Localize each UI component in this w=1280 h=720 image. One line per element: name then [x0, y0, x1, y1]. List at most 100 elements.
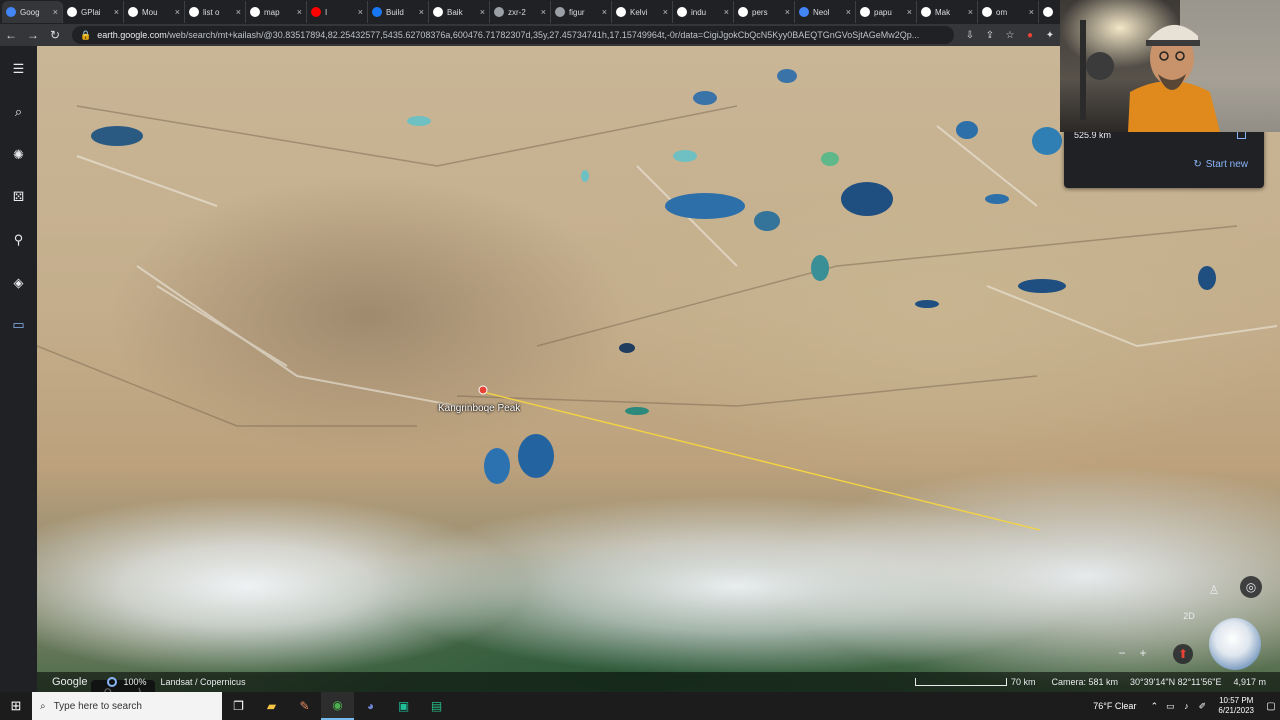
google-earth-icon: [6, 7, 16, 17]
start-new-measure-button[interactable]: ↻ Start new: [1193, 159, 1248, 170]
lakes: [91, 69, 1216, 484]
camera-altitude: Camera: 581 km: [1051, 677, 1119, 687]
install-icon[interactable]: ⇩: [960, 30, 980, 41]
browser-tab[interactable]: Kelvi ×: [612, 1, 673, 23]
browser-tab-title: Goog: [20, 7, 40, 17]
measure-icon[interactable]: ▭: [8, 314, 29, 335]
pen-icon[interactable]: ✐: [1194, 701, 1210, 712]
refresh-icon: ↻: [1193, 159, 1202, 170]
browser-tab[interactable]: Baik ×: [429, 1, 490, 23]
projects-icon[interactable]: ⚲: [8, 229, 29, 250]
close-tab-icon[interactable]: ×: [114, 7, 119, 17]
feeling-lucky-icon[interactable]: ⚄: [8, 186, 29, 207]
clock-date: 6/21/2023: [1218, 706, 1254, 715]
close-tab-icon[interactable]: ×: [236, 7, 241, 17]
imagery-attribution[interactable]: Landsat / Copernicus: [161, 677, 246, 687]
browser-tab-title: GPlai: [81, 7, 101, 17]
close-tab-icon[interactable]: ×: [419, 7, 424, 17]
file-explorer-icon[interactable]: ▰: [255, 692, 288, 720]
measure-panel: 525.9 km ↻ Start new: [1064, 128, 1264, 188]
globe-mini-map-icon[interactable]: [1209, 618, 1261, 670]
pegman-icon[interactable]: ♙: [1205, 580, 1223, 600]
browser-tab[interactable]: I ×: [307, 1, 368, 23]
browser-tab-title: Kelvi: [630, 7, 648, 17]
zoom-in-button[interactable]: +: [1134, 644, 1152, 662]
browser-tab[interactable]: zxr-2 ×: [490, 1, 551, 23]
paint-app-icon[interactable]: ✎: [288, 692, 321, 720]
location-pin-icon[interactable]: [478, 385, 488, 395]
browser-tab[interactable]: Mak ×: [917, 1, 978, 23]
chevron-up-icon[interactable]: ⌃: [1146, 701, 1162, 712]
back-icon[interactable]: ←: [0, 24, 22, 46]
notification-icon[interactable]: ▢: [1262, 701, 1280, 712]
close-tab-icon[interactable]: ×: [968, 7, 973, 17]
task-view-icon[interactable]: ❐: [222, 692, 255, 720]
browser-tab[interactable]: Goog ×: [2, 1, 63, 23]
compass-icon[interactable]: ⬆: [1173, 644, 1193, 664]
app-icon-1[interactable]: ▣: [387, 692, 420, 720]
extension-icon[interactable]: ●: [1020, 30, 1040, 41]
search-icon[interactable]: ⌕: [8, 101, 29, 122]
menu-icon[interactable]: ☰: [8, 58, 29, 79]
windows-start-icon[interactable]: ⊞: [0, 692, 32, 720]
browser-tab[interactable]: om ×: [978, 1, 1039, 23]
browser-tab[interactable]: figur ×: [551, 1, 612, 23]
link-icon: [555, 7, 565, 17]
browser-tab[interactable]: map ×: [246, 1, 307, 23]
chrome-icon[interactable]: ◉: [321, 692, 354, 720]
wikipedia-icon: [67, 7, 77, 17]
browser-tab[interactable]: pers ×: [734, 1, 795, 23]
map-style-icon[interactable]: ◈: [8, 272, 29, 293]
browser-tab[interactable]: GPlai ×: [63, 1, 124, 23]
youtube-icon: [311, 7, 321, 17]
clock[interactable]: 10:57 PM 6/21/2023: [1218, 696, 1254, 716]
close-tab-icon[interactable]: ×: [175, 7, 180, 17]
browser-tab[interactable]: Mou ×: [124, 1, 185, 23]
close-tab-icon[interactable]: ×: [480, 7, 485, 17]
wikipedia-icon: [921, 7, 931, 17]
browser-tab[interactable]: Neol ×: [795, 1, 856, 23]
earth-side-rail: ☰ ⌕ ✺ ⚄ ⚲ ◈ ▭: [0, 46, 37, 692]
my-location-icon[interactable]: ◎: [1240, 576, 1262, 598]
place-label[interactable]: Kangrinboqe Peak: [438, 403, 520, 414]
scale-label: 70 km: [1010, 677, 1036, 687]
close-tab-icon[interactable]: ×: [907, 7, 912, 17]
network-icon[interactable]: ▭: [1162, 701, 1178, 712]
close-tab-icon[interactable]: ×: [541, 7, 546, 17]
app-icon-2[interactable]: ▤: [420, 692, 453, 720]
close-tab-icon[interactable]: ×: [724, 7, 729, 17]
discord-icon[interactable]: ◕: [354, 692, 387, 720]
browser-tab[interactable]: indu ×: [673, 1, 734, 23]
bookmark-star-icon[interactable]: ☆: [1000, 30, 1020, 41]
close-tab-icon[interactable]: ×: [602, 7, 607, 17]
close-tab-icon[interactable]: ×: [846, 7, 851, 17]
browser-tab-title: pers: [752, 7, 768, 17]
browser-tab-title: Mou: [142, 7, 158, 17]
close-tab-icon[interactable]: ×: [1029, 7, 1034, 17]
elevation: 4,917 m: [1233, 677, 1266, 687]
taskbar-search[interactable]: ⌕ Type here to search: [32, 692, 222, 720]
share-icon[interactable]: ⇪: [980, 30, 1000, 41]
voyager-icon[interactable]: ✺: [8, 144, 29, 165]
browser-tab-title: Baik: [447, 7, 463, 17]
address-bar[interactable]: 🔒 earth.google.com /web/search/mt+kailas…: [72, 26, 954, 44]
close-tab-icon[interactable]: ×: [785, 7, 790, 17]
close-tab-icon[interactable]: ×: [358, 7, 363, 17]
forward-icon[interactable]: →: [22, 24, 44, 46]
reload-icon[interactable]: ↻: [44, 24, 66, 46]
browser-tab[interactable]: papu ×: [856, 1, 917, 23]
zoom-out-button[interactable]: −: [1113, 644, 1131, 662]
close-tab-icon[interactable]: ×: [297, 7, 302, 17]
volume-icon[interactable]: ♪: [1178, 701, 1194, 711]
browser-tab[interactable]: list o ×: [185, 1, 246, 23]
wave-icon: [799, 7, 809, 17]
weather-widget[interactable]: 76°F Clear: [1093, 701, 1136, 711]
extensions-puzzle-icon[interactable]: ✦: [1040, 30, 1060, 41]
close-tab-icon[interactable]: ×: [53, 7, 58, 17]
browser-toolbar: ← → ↻ 🔒 earth.google.com /web/search/mt+…: [0, 24, 1060, 46]
close-tab-icon[interactable]: ×: [663, 7, 668, 17]
taskbar-search-placeholder: Type here to search: [53, 700, 142, 712]
browser-tab[interactable]: Build ×: [368, 1, 429, 23]
webcam-overlay: [1060, 0, 1280, 132]
toggle-2d-button[interactable]: 2D: [1175, 608, 1203, 624]
